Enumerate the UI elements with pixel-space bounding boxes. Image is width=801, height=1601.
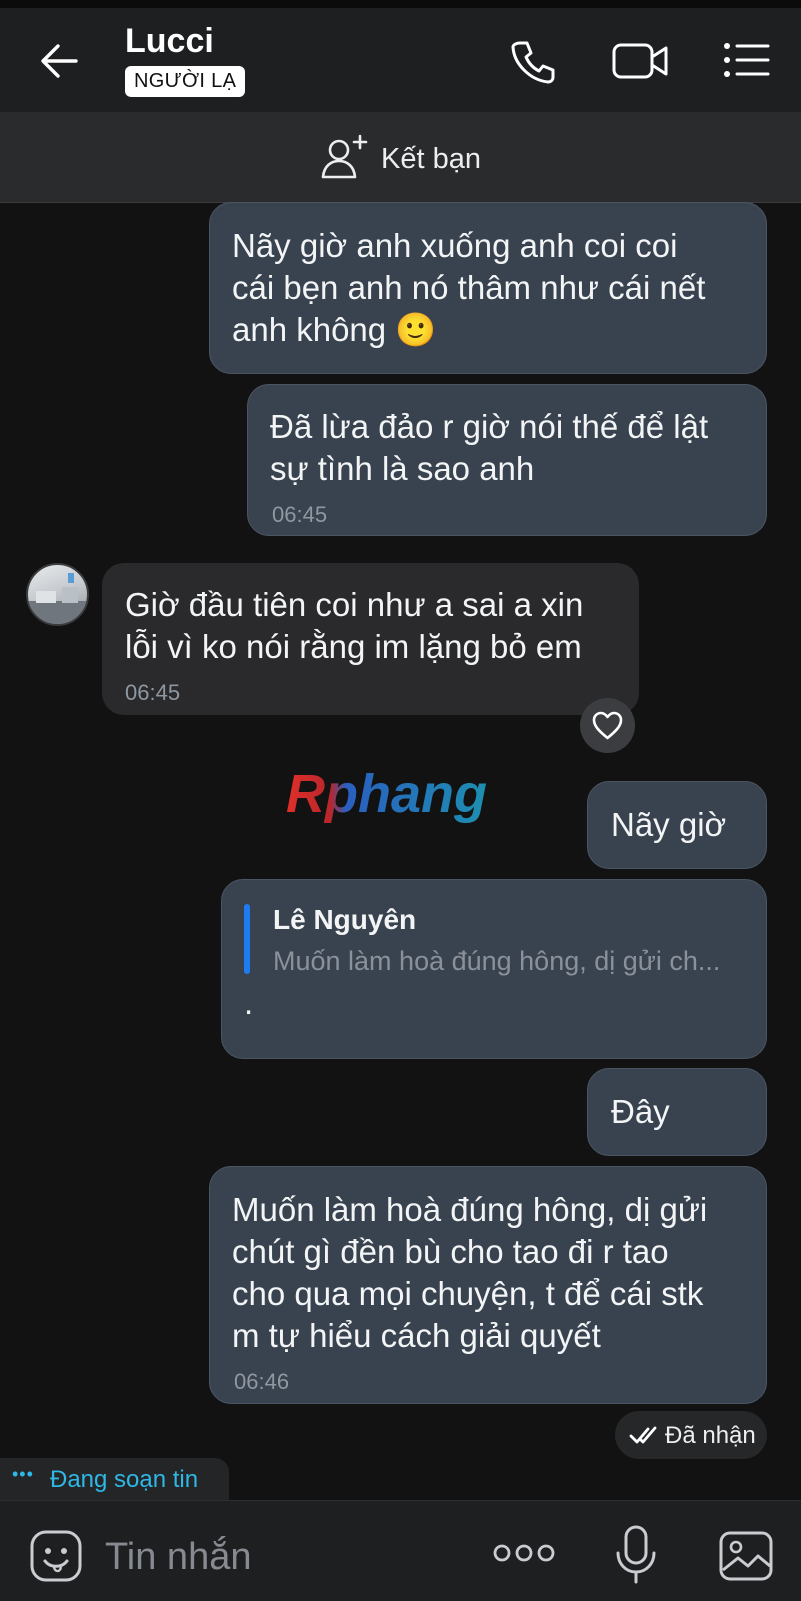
contact-name[interactable]: Lucci <box>125 22 214 61</box>
delivery-status: Đã nhận <box>615 1411 767 1459</box>
quote-text: Muốn làm hoà đúng hông, dị gửi ch... <box>273 946 721 976</box>
phone-icon[interactable] <box>508 38 558 84</box>
sticker-emoji-icon[interactable] <box>28 1528 84 1584</box>
arrow-left-icon[interactable] <box>36 38 86 84</box>
message-text: Giờ đầu tiên coi như a sai a xin lỗi vì … <box>125 586 584 665</box>
microphone-icon[interactable] <box>612 1524 660 1586</box>
chat-header <box>0 0 801 112</box>
status-strip <box>0 0 801 8</box>
received-message[interactable]: Giờ đầu tiên coi như a sai a xin lỗi vì … <box>102 563 639 715</box>
heart-icon[interactable] <box>580 698 635 753</box>
quote-accent-bar <box>244 904 250 974</box>
watermark-text: Rphang <box>286 764 487 824</box>
watermark-logo: Rphang <box>282 762 522 830</box>
image-gallery-icon[interactable] <box>717 1528 775 1584</box>
delivery-status-label: Đã nhận <box>665 1422 756 1449</box>
stranger-badge: NGƯỜI LẠ <box>125 66 246 97</box>
typing-label: Đang soạn tin <box>50 1466 199 1493</box>
sent-message[interactable]: Muốn làm hoà đúng hông, dị gửi chút gì đ… <box>209 1166 767 1404</box>
more-dots-icon[interactable] <box>493 1541 555 1565</box>
message-text: Nãy giờ anh xuống anh coi coi cái bẹn an… <box>232 227 706 348</box>
typing-dots-icon: ••• <box>12 1464 34 1484</box>
add-friend-icon[interactable] <box>320 132 372 182</box>
typing-indicator: ••• Đang soạn tin <box>0 1458 229 1500</box>
message-text: Đây <box>611 1093 670 1130</box>
sent-message[interactable]: Nãy giờ <box>587 781 767 869</box>
sent-message[interactable]: Nãy giờ anh xuống anh coi coi cái bẹn an… <box>209 202 767 374</box>
sent-message[interactable]: Đây <box>587 1068 767 1156</box>
quoted-reply-message[interactable]: Lê Nguyên Muốn làm hoà đúng hông, dị gửi… <box>221 879 767 1059</box>
video-camera-icon[interactable] <box>611 38 671 84</box>
message-text: Nãy giờ <box>611 806 727 843</box>
menu-list-icon[interactable] <box>722 40 772 82</box>
double-check-icon <box>629 1423 659 1447</box>
message-time: 06:45 <box>125 680 181 705</box>
message-input[interactable] <box>103 1528 467 1586</box>
avatar[interactable] <box>26 563 89 626</box>
add-friend-label[interactable]: Kết bạn <box>381 143 481 176</box>
message-text: Muốn làm hoà đúng hông, dị gửi chút gì đ… <box>232 1191 708 1354</box>
message-text: . <box>244 984 254 1021</box>
message-text: Đã lừa đảo r giờ nói thế để lật sự tình … <box>270 408 709 487</box>
sent-message[interactable]: Đã lừa đảo r giờ nói thế để lật sự tình … <box>247 384 767 536</box>
message-time: 06:46 <box>234 1369 290 1394</box>
message-time: 06:45 <box>272 502 328 527</box>
quote-author: Lê Nguyên <box>273 904 417 935</box>
